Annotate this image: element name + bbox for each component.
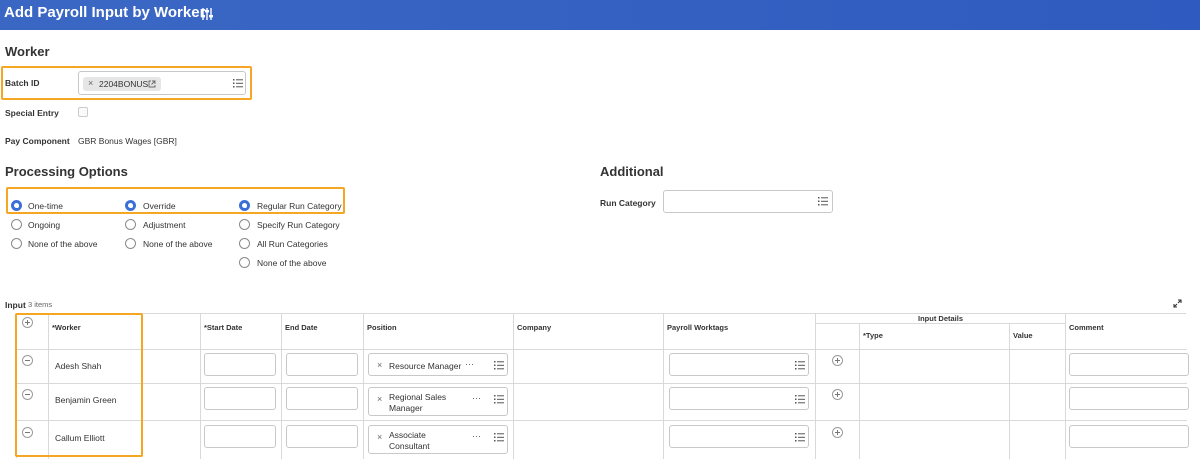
position-field[interactable]: × Associate Consultant ··· <box>368 425 508 454</box>
radio-specify-run-category[interactable] <box>239 219 250 230</box>
col-header-input-details: Input Details <box>918 314 964 323</box>
position-field[interactable]: × Resource Manager ··· <box>368 353 508 376</box>
radio-none-1[interactable] <box>11 238 22 249</box>
expand-icon[interactable] <box>1173 299 1182 308</box>
radio-label-one-time: One-time <box>28 201 63 211</box>
input-label: Input <box>5 300 26 310</box>
col-header-position: Position <box>367 323 397 332</box>
col-header-value: Value <box>1013 331 1033 340</box>
sliders-icon[interactable] <box>200 6 214 22</box>
more-icon[interactable]: ··· <box>472 431 481 441</box>
run-category-label: Run Category <box>600 198 656 208</box>
external-link-icon[interactable] <box>148 80 156 88</box>
list-icon[interactable] <box>795 433 805 442</box>
col-header-comment: Comment <box>1069 323 1104 332</box>
list-icon[interactable] <box>233 79 243 88</box>
list-icon[interactable] <box>494 433 504 442</box>
radio-label-none-3: None of the above <box>257 258 327 268</box>
special-entry-checkbox[interactable] <box>78 107 88 117</box>
end-date-input[interactable] <box>286 353 358 376</box>
col-header-company: Company <box>517 323 552 332</box>
list-icon[interactable] <box>494 361 504 370</box>
end-date-input[interactable] <box>286 387 358 410</box>
position-value-line1: Regional Sales <box>389 392 447 402</box>
input-count: 3 items <box>28 300 53 309</box>
comment-input[interactable] <box>1069 425 1189 448</box>
col-header-start-date: *Start Date <box>204 323 243 332</box>
radio-ongoing[interactable] <box>11 219 22 230</box>
radio-one-time[interactable] <box>11 200 22 211</box>
position-field[interactable]: × Regional Sales Manager ··· <box>368 387 508 416</box>
add-input-detail-icon[interactable] <box>832 427 843 438</box>
radio-label-specify-run-category: Specify Run Category <box>257 220 340 230</box>
payroll-worktags-field[interactable] <box>669 353 809 376</box>
remove-icon[interactable]: × <box>88 78 93 88</box>
special-entry-label: Special Entry <box>5 108 59 118</box>
page-title: Add Payroll Input by Worker <box>4 4 206 21</box>
worker-section-title: Worker <box>5 44 50 59</box>
start-date-input[interactable] <box>204 387 276 410</box>
batch-id-pill: × 2204BONUS <box>83 77 161 91</box>
radio-all-run-categories[interactable] <box>239 238 250 249</box>
comment-input[interactable] <box>1069 387 1189 410</box>
comment-input[interactable] <box>1069 353 1189 376</box>
radio-label-all-run-categories: All Run Categories <box>257 239 328 249</box>
radio-none-3[interactable] <box>239 257 250 268</box>
col-header-type: *Type <box>863 331 883 340</box>
radio-label-regular-run-category: Regular Run Category <box>257 201 342 211</box>
col-header-end-date: End Date <box>285 323 318 332</box>
start-date-input[interactable] <box>204 425 276 448</box>
input-grid <box>16 313 1187 459</box>
radio-label-none-2: None of the above <box>143 239 213 249</box>
position-value-line1: Associate <box>389 430 426 440</box>
radio-label-override: Override <box>143 201 176 211</box>
batch-id-value: 2204BONUS <box>99 79 149 89</box>
remove-icon[interactable]: × <box>377 394 382 404</box>
position-value: Resource Manager <box>389 361 462 371</box>
page-header: Add Payroll Input by Worker <box>0 0 1200 30</box>
batch-id-field[interactable]: × 2204BONUS <box>78 71 246 95</box>
add-input-detail-icon[interactable] <box>832 355 843 366</box>
start-date-input[interactable] <box>204 353 276 376</box>
pay-component-value: GBR Bonus Wages [GBR] <box>78 136 177 146</box>
list-icon[interactable] <box>795 361 805 370</box>
additional-title: Additional <box>600 164 664 179</box>
radio-regular-run-category[interactable] <box>239 200 250 211</box>
radio-label-adjustment: Adjustment <box>143 220 186 230</box>
radio-override[interactable] <box>125 200 136 211</box>
remove-icon[interactable]: × <box>377 360 382 370</box>
list-icon[interactable] <box>818 197 828 206</box>
pay-component-label: Pay Component <box>5 136 70 146</box>
more-icon[interactable]: ··· <box>472 393 481 403</box>
processing-options-title: Processing Options <box>5 164 128 179</box>
col-header-payroll-worktags: Payroll Worktags <box>667 323 729 332</box>
worker-column-highlight <box>15 313 143 457</box>
remove-icon[interactable]: × <box>377 432 382 442</box>
list-icon[interactable] <box>795 395 805 404</box>
radio-label-none-1: None of the above <box>28 239 98 249</box>
radio-adjustment[interactable] <box>125 219 136 230</box>
payroll-worktags-field[interactable] <box>669 425 809 448</box>
more-icon[interactable]: ··· <box>465 359 474 369</box>
end-date-input[interactable] <box>286 425 358 448</box>
radio-label-ongoing: Ongoing <box>28 220 61 230</box>
run-category-field[interactable] <box>663 190 833 213</box>
list-icon[interactable] <box>494 395 504 404</box>
position-value-line2: Consultant <box>389 441 430 451</box>
payroll-worktags-field[interactable] <box>669 387 809 410</box>
add-input-detail-icon[interactable] <box>832 389 843 400</box>
radio-none-2[interactable] <box>125 238 136 249</box>
position-value-line2: Manager <box>389 403 423 413</box>
